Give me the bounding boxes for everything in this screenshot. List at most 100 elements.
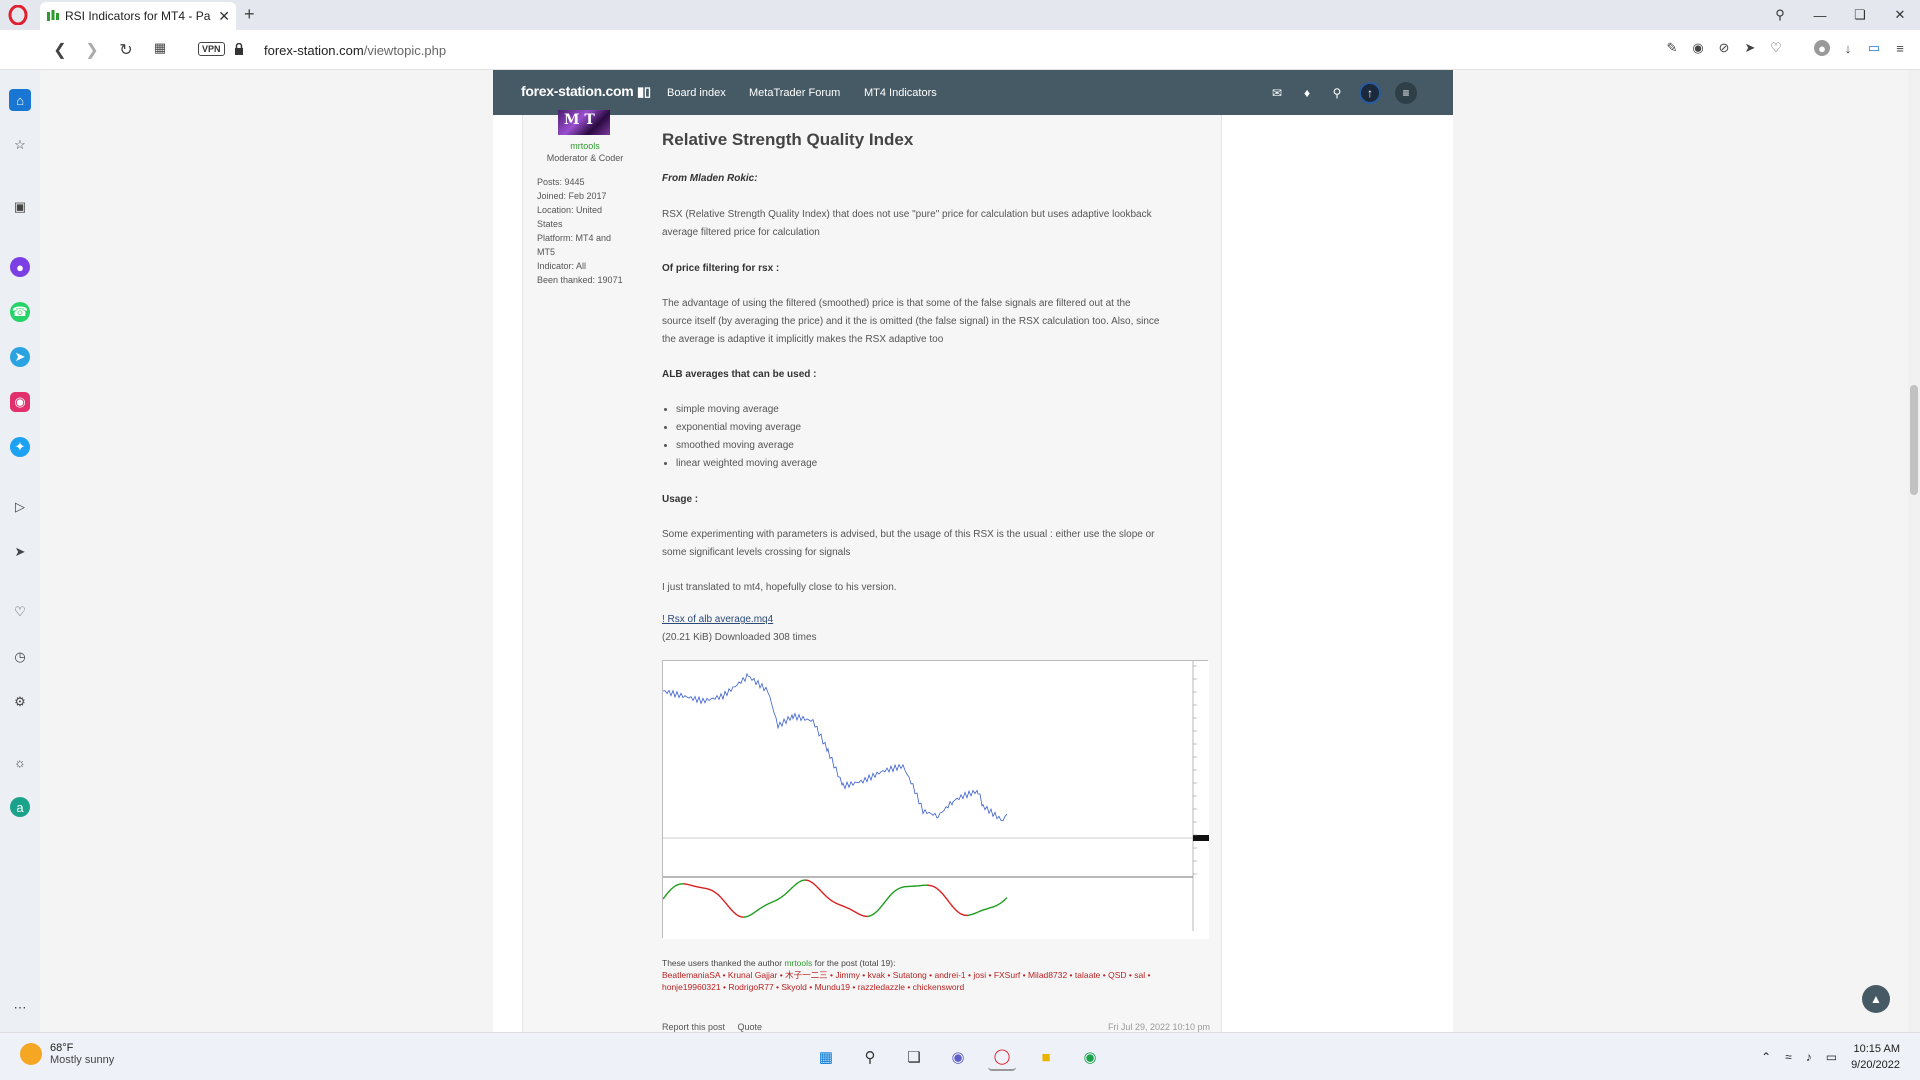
wifi-icon[interactable]: ≈ bbox=[1785, 1050, 1792, 1064]
url-field[interactable]: forex-station.com/viewtopic.php bbox=[264, 43, 446, 58]
nav-mt4-indicators[interactable]: MT4 Indicators bbox=[864, 87, 937, 99]
minimize-icon[interactable]: — bbox=[1800, 8, 1840, 23]
attachment-link[interactable]: ! Rsx of alb average.mq4 bbox=[662, 614, 773, 625]
indicator-segment bbox=[832, 900, 836, 904]
menu-icon[interactable]: ≡ bbox=[1892, 40, 1908, 56]
taskbar-search-icon[interactable]: ⚲ bbox=[856, 1043, 884, 1071]
twitter-icon[interactable]: ✦ bbox=[10, 437, 30, 457]
new-tab-icon[interactable]: + bbox=[244, 4, 255, 25]
user-avatar[interactable]: ↑ bbox=[1359, 82, 1381, 104]
indicator-segment bbox=[840, 904, 844, 907]
player-icon[interactable]: ▷ bbox=[10, 497, 30, 517]
hamburger-menu-icon[interactable]: ≡ bbox=[1395, 82, 1417, 104]
speed-dial-icon[interactable]: ☆ bbox=[10, 135, 30, 155]
post-paragraph-3: Some experimenting with parameters is ad… bbox=[662, 526, 1202, 562]
indicator-segment bbox=[978, 910, 982, 913]
indicator-segment bbox=[798, 880, 802, 883]
teams-chat-icon[interactable]: ◉ bbox=[944, 1043, 972, 1071]
opera-taskbar-icon[interactable]: ◯ bbox=[988, 1043, 1016, 1071]
edit-icon[interactable]: ✎ bbox=[1664, 40, 1680, 56]
clock-time: 10:15 AM bbox=[1853, 1043, 1900, 1055]
indicator-segment bbox=[738, 915, 742, 918]
bookmarks-heart-icon[interactable]: ♡ bbox=[10, 602, 30, 622]
thanks-author[interactable]: mrtools bbox=[784, 958, 812, 968]
tips-bulb-icon[interactable]: ☼ bbox=[10, 752, 30, 772]
thanks-users-line-2[interactable]: honje19960321 • RodrigoR77 • Skyold • Mu… bbox=[662, 981, 1202, 993]
heart-icon[interactable]: ♡ bbox=[1768, 40, 1784, 56]
indicator-segment bbox=[842, 905, 846, 908]
search-icon[interactable]: ⚲ bbox=[1329, 86, 1345, 100]
messenger-icon[interactable]: ● bbox=[10, 257, 30, 277]
tabs-overview-icon[interactable]: ▦ bbox=[150, 40, 170, 56]
restore-icon[interactable]: ❏ bbox=[1840, 7, 1880, 23]
settings-gear-icon[interactable]: ⚙ bbox=[10, 692, 30, 712]
quote-link[interactable]: Quote bbox=[738, 1022, 763, 1032]
indicator-segment bbox=[674, 884, 678, 887]
indicator-segment bbox=[768, 902, 772, 905]
home-icon[interactable]: ⌂ bbox=[9, 89, 31, 111]
profile-username[interactable]: mrtools bbox=[530, 141, 640, 151]
battery-saver-icon[interactable]: ▭ bbox=[1866, 40, 1882, 56]
profile-avatar[interactable]: M T bbox=[558, 110, 610, 135]
battery-icon[interactable]: ▭ bbox=[1826, 1050, 1837, 1064]
page-scrollbar[interactable] bbox=[1908, 70, 1920, 1032]
notifications-bell-icon[interactable]: ♦ bbox=[1299, 86, 1315, 100]
forward-icon[interactable]: ❯ bbox=[82, 40, 102, 60]
reload-icon[interactable]: ↻ bbox=[116, 40, 136, 60]
indicator-segment bbox=[896, 887, 900, 891]
post-title[interactable]: Relative Strength Quality Index bbox=[662, 130, 1202, 150]
telegram-icon[interactable]: ➤ bbox=[10, 347, 30, 367]
scrollbar-thumb[interactable] bbox=[1910, 385, 1918, 495]
task-view-icon[interactable]: ❏ bbox=[900, 1043, 928, 1071]
attachment-chart-image[interactable] bbox=[662, 660, 1209, 939]
clock[interactable]: 10:15 AM 9/20/2022 bbox=[1851, 1041, 1900, 1073]
site-logo[interactable]: forex-station.com ▮▯ bbox=[521, 83, 651, 100]
opera-logo-icon[interactable] bbox=[8, 5, 28, 25]
send-icon[interactable]: ➤ bbox=[1742, 40, 1758, 56]
indicator-segment bbox=[996, 903, 1000, 906]
indicator-segment bbox=[932, 885, 936, 888]
flow-icon[interactable]: ➤ bbox=[10, 542, 30, 562]
back-icon[interactable]: ❮ bbox=[50, 40, 70, 60]
thanks-users-line-1[interactable]: BeatlemaniaSA • Krunal Gajjar • 木子一二三 • … bbox=[662, 969, 1202, 981]
volume-icon[interactable]: ♪ bbox=[1806, 1050, 1812, 1064]
profile-icon[interactable]: ● bbox=[1814, 40, 1830, 56]
nav-board-index[interactable]: Board index bbox=[667, 87, 726, 99]
nav-metatrader-forum[interactable]: MetaTrader Forum bbox=[749, 87, 840, 99]
windows-start-icon[interactable]: ▦ bbox=[812, 1043, 840, 1071]
show-hidden-icons-icon[interactable]: ⌃ bbox=[1761, 1050, 1771, 1064]
chart-canvas bbox=[663, 661, 1209, 939]
header-icons: ✉ ♦ ⚲ ↑ ≡ bbox=[1269, 82, 1417, 104]
lock-icon[interactable] bbox=[234, 43, 244, 55]
profile-platform: Platform: MT4 and bbox=[537, 233, 612, 243]
report-post-link[interactable]: Report this post bbox=[662, 1022, 725, 1032]
close-window-icon[interactable]: ✕ bbox=[1880, 7, 1920, 23]
paragraph-1-line-1: RSX (Relative Strength Quality Index) th… bbox=[662, 209, 1152, 220]
bag-icon[interactable]: ▣ bbox=[10, 197, 30, 217]
file-explorer-icon[interactable]: ■ bbox=[1032, 1043, 1060, 1071]
camera-icon[interactable]: ◉ bbox=[1690, 40, 1706, 56]
system-tray: ⌃ ≈ ♪ ▭ 10:15 AM 9/20/2022 bbox=[1761, 1041, 1900, 1073]
vpn-badge[interactable]: VPN bbox=[198, 42, 225, 56]
search-tabs-icon[interactable]: ⚲ bbox=[1760, 7, 1800, 23]
scroll-to-top-button[interactable]: ▲ bbox=[1862, 985, 1890, 1013]
tab-close-icon[interactable]: ✕ bbox=[218, 8, 230, 25]
messages-icon[interactable]: ✉ bbox=[1269, 86, 1285, 100]
block-icon[interactable]: ⊘ bbox=[1716, 40, 1732, 56]
weather-widget[interactable]: 68°F Mostly sunny bbox=[20, 1042, 114, 1066]
indicator-segment bbox=[692, 885, 696, 887]
instagram-icon[interactable]: ◉ bbox=[10, 392, 30, 412]
history-icon[interactable]: ◷ bbox=[10, 647, 30, 667]
indicator-segment bbox=[992, 905, 996, 908]
browser-tab[interactable]: RSI Indicators for MT4 - Pa ✕ bbox=[40, 2, 236, 30]
indicator-segment bbox=[900, 886, 904, 889]
aria-icon[interactable]: a bbox=[10, 797, 30, 817]
download-icon[interactable]: ↓ bbox=[1840, 40, 1856, 56]
whatsapp-icon[interactable]: ☎ bbox=[10, 302, 30, 322]
indicator-segment bbox=[774, 899, 778, 902]
green-app-icon[interactable]: ◉ bbox=[1076, 1043, 1104, 1071]
sidebar-more-icon[interactable]: ⋯ bbox=[10, 998, 30, 1018]
indicator-segment bbox=[706, 888, 710, 890]
tab-bar: RSI Indicators for MT4 - Pa ✕ + ⚲ — ❏ ✕ bbox=[0, 0, 1920, 30]
attachment: ! Rsx of alb average.mq4 (20.21 KiB) Dow… bbox=[662, 611, 1202, 647]
